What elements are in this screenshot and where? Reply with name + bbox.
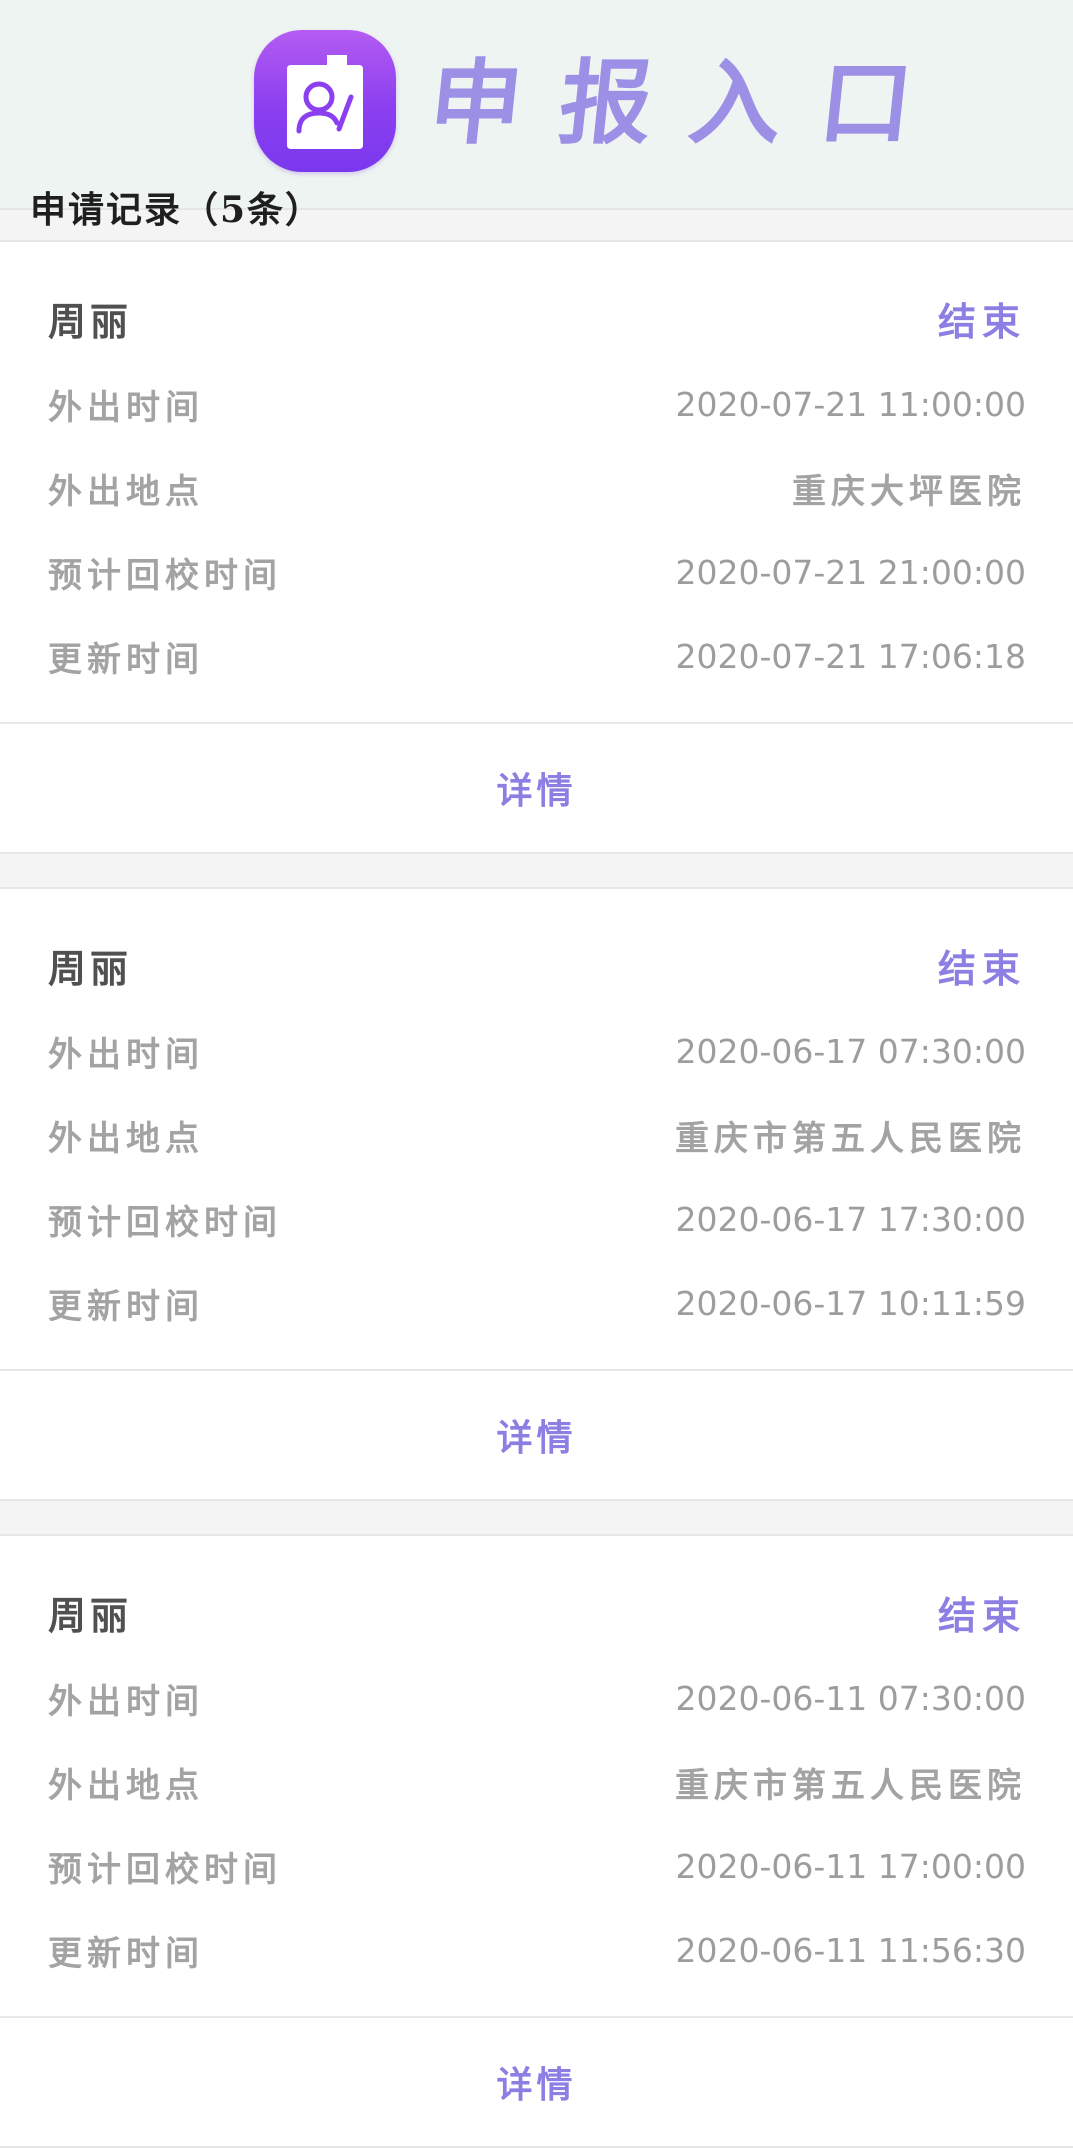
details-button[interactable]: 详情 [0,2018,1073,2146]
field-value: 重庆大坪医院 [792,471,1026,512]
page-header: 申报入口 [0,0,1073,210]
status-badge: 结束 [937,298,1026,344]
status-badge: 结束 [937,1592,1026,1638]
field-value: 2020-06-17 07:30:00 [675,1031,1026,1071]
field-label: 预计回校时间 [48,555,282,596]
profile-document-icon [287,55,363,149]
page-title: 申报入口 [424,49,956,157]
field-label: 外出时间 [48,387,204,428]
field-row-departure-time: 外出时间 2020-06-11 07:30:00 [48,1666,1026,1730]
field-value: 重庆市第五人民医院 [675,1118,1026,1159]
details-button[interactable]: 详情 [0,1371,1073,1499]
field-row-updated-time: 更新时间 2020-07-21 17:06:18 [48,624,1026,688]
applicant-name: 周丽 [48,1592,133,1638]
field-value: 2020-07-21 17:06:18 [675,636,1026,676]
field-label: 更新时间 [48,639,204,680]
field-label: 外出地点 [48,471,204,512]
field-row-destination: 外出地点 重庆市第五人民医院 [48,1103,1026,1167]
field-value: 重庆市第五人民医院 [675,1765,1026,1806]
field-row-departure-time: 外出时间 2020-07-21 11:00:00 [48,372,1026,436]
field-label: 外出时间 [48,1681,204,1722]
status-badge: 结束 [937,945,1026,991]
field-value: 2020-06-11 17:00:00 [675,1846,1026,1886]
field-value: 2020-06-17 10:11:59 [675,1283,1026,1323]
field-row-expected-return: 预计回校时间 2020-06-17 17:30:00 [48,1187,1026,1251]
field-row-destination: 外出地点 重庆市第五人民医院 [48,1750,1026,1814]
field-row-updated-time: 更新时间 2020-06-17 10:11:59 [48,1271,1026,1335]
app-logo-icon [254,30,396,172]
applicant-name: 周丽 [48,945,133,991]
field-label: 更新时间 [48,1933,204,1974]
field-label: 外出时间 [48,1034,204,1075]
details-button[interactable]: 详情 [0,724,1073,852]
record-header-row: 周丽 结束 [48,933,1026,997]
record-card: 周丽 结束 外出时间 2020-07-21 11:00:00 外出地点 重庆大坪… [0,240,1073,854]
field-row-departure-time: 外出时间 2020-06-17 07:30:00 [48,1019,1026,1083]
field-row-expected-return: 预计回校时间 2020-07-21 21:00:00 [48,540,1026,604]
field-label: 外出地点 [48,1765,204,1806]
record-header-row: 周丽 结束 [48,286,1026,350]
record-header-row: 周丽 结束 [48,1580,1026,1644]
field-value: 2020-07-21 21:00:00 [675,552,1026,592]
field-label: 更新时间 [48,1286,204,1327]
field-label: 预计回校时间 [48,1849,282,1890]
field-value: 2020-06-11 11:56:30 [675,1930,1026,1970]
field-label: 外出地点 [48,1118,204,1159]
field-label: 预计回校时间 [48,1202,282,1243]
field-row-destination: 外出地点 重庆大坪医院 [48,456,1026,520]
record-card: 周丽 结束 外出时间 2020-06-11 07:30:00 外出地点 重庆市第… [0,1534,1073,2148]
field-value: 2020-06-17 17:30:00 [675,1199,1026,1239]
field-row-updated-time: 更新时间 2020-06-11 11:56:30 [48,1918,1026,1982]
records-count-heading: 申请记录（5条） [30,189,324,231]
field-value: 2020-07-21 11:00:00 [675,384,1026,424]
field-row-expected-return: 预计回校时间 2020-06-11 17:00:00 [48,1834,1026,1898]
applicant-name: 周丽 [48,298,133,344]
record-card: 周丽 结束 外出时间 2020-06-17 07:30:00 外出地点 重庆市第… [0,887,1073,1501]
field-value: 2020-06-11 07:30:00 [675,1678,1026,1718]
